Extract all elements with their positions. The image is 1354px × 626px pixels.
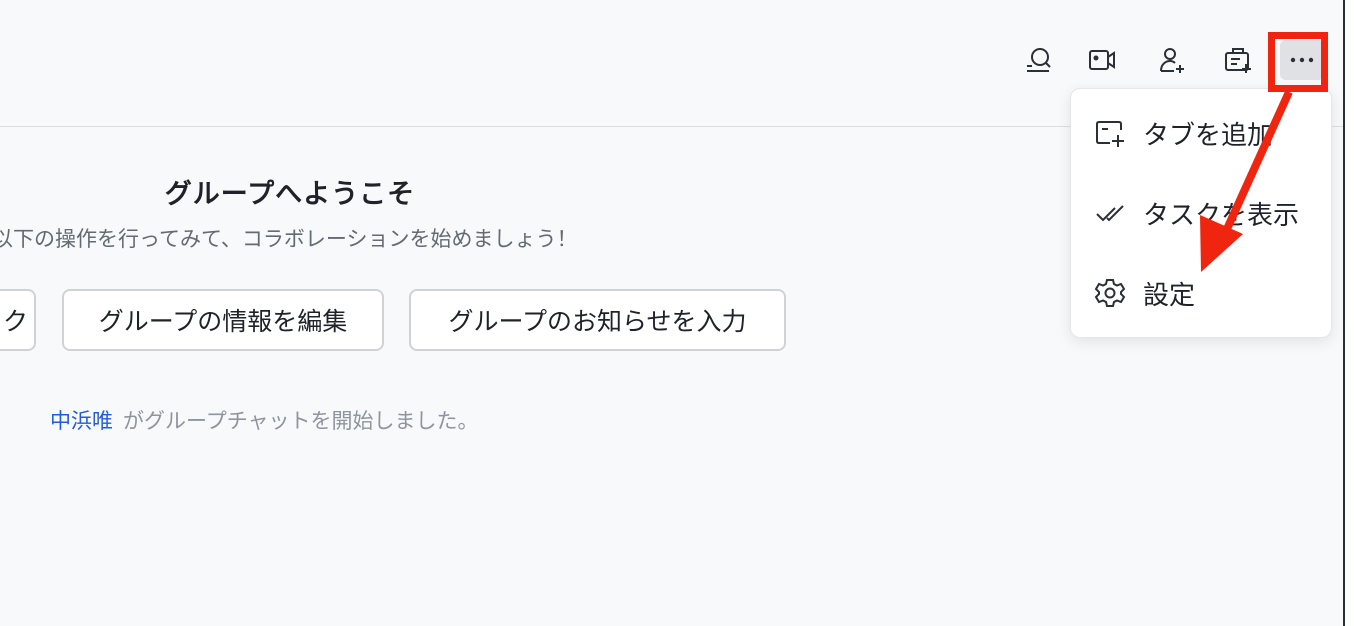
enter-group-announcement-button[interactable]: グループのお知らせを入力 (409, 289, 786, 351)
menu-item-label: タブを追加 (1143, 120, 1274, 151)
quick-action-button-partial[interactable]: ク (0, 289, 36, 351)
video-call-button[interactable] (1082, 40, 1122, 80)
system-message-text: がグループチャットを開始しました。 (123, 409, 479, 433)
add-tab-button[interactable] (1218, 40, 1258, 80)
quick-action-label: グループの情報を編集 (98, 307, 348, 336)
add-member-button[interactable] (1152, 40, 1192, 80)
welcome-title: グループへようこそ (164, 179, 416, 210)
annotation-highlight-box (1268, 32, 1328, 92)
gear-icon (1094, 279, 1126, 307)
edit-group-info-button[interactable]: グループの情報を編集 (62, 289, 384, 351)
more-dropdown-menu: タブを追加 タスクを表示 設定 (1070, 88, 1332, 338)
task-icon (1096, 205, 1124, 222)
add-member-icon (1160, 48, 1184, 73)
video-call-icon (1089, 50, 1115, 70)
welcome-subtitle: 以下の操作を行ってみて、コラボレーションを始めましょう！ (0, 227, 578, 251)
menu-item-label: タスクを表示 (1143, 200, 1300, 231)
menu-item-show-tasks[interactable]: タスクを表示 (1071, 183, 1331, 243)
user-link[interactable]: 中浜唯 (50, 409, 113, 433)
add-tab-icon (1096, 121, 1124, 147)
menu-item-settings[interactable]: 設定 (1071, 263, 1331, 323)
quick-action-label: ク (2, 307, 28, 336)
search-chat-icon (1027, 48, 1051, 72)
add-tab-icon (1225, 48, 1251, 73)
quick-action-label: グループのお知らせを入力 (448, 307, 747, 336)
menu-item-add-tab[interactable]: タブを追加 (1071, 103, 1331, 163)
system-message: 中浜唯 がグループチャットを開始しました。 (50, 405, 479, 435)
menu-item-label: 設定 (1143, 280, 1196, 311)
search-chat-button[interactable] (1018, 40, 1058, 80)
window-edge (1343, 0, 1354, 626)
